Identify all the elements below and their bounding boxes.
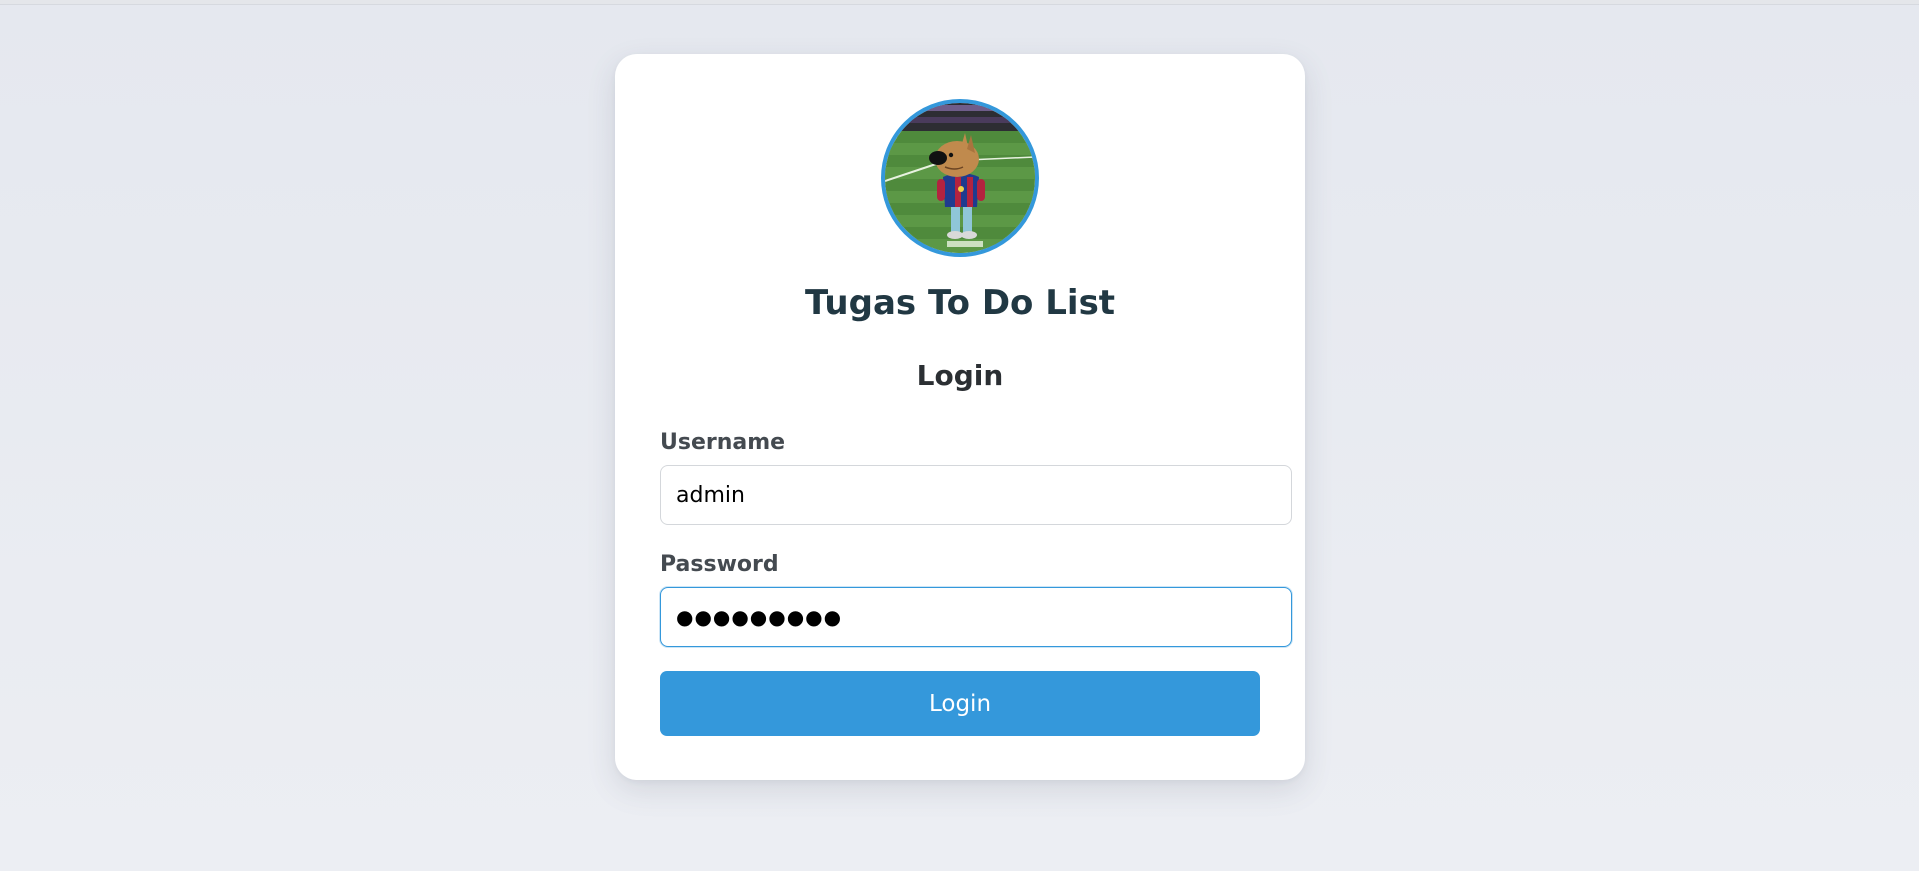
app-title: Tugas To Do List: [804, 283, 1116, 323]
password-label: Password: [660, 552, 779, 577]
login-button[interactable]: Login: [660, 671, 1260, 736]
login-heading: Login: [916, 359, 1004, 392]
username-input[interactable]: [660, 465, 1292, 525]
password-input[interactable]: [660, 587, 1292, 647]
browser-top-edge: [0, 0, 1919, 5]
login-card: Tugas To Do List Login Username Password…: [615, 54, 1305, 780]
dog-avatar-image: [885, 103, 1035, 253]
avatar: [881, 99, 1039, 257]
username-label: Username: [660, 430, 786, 455]
